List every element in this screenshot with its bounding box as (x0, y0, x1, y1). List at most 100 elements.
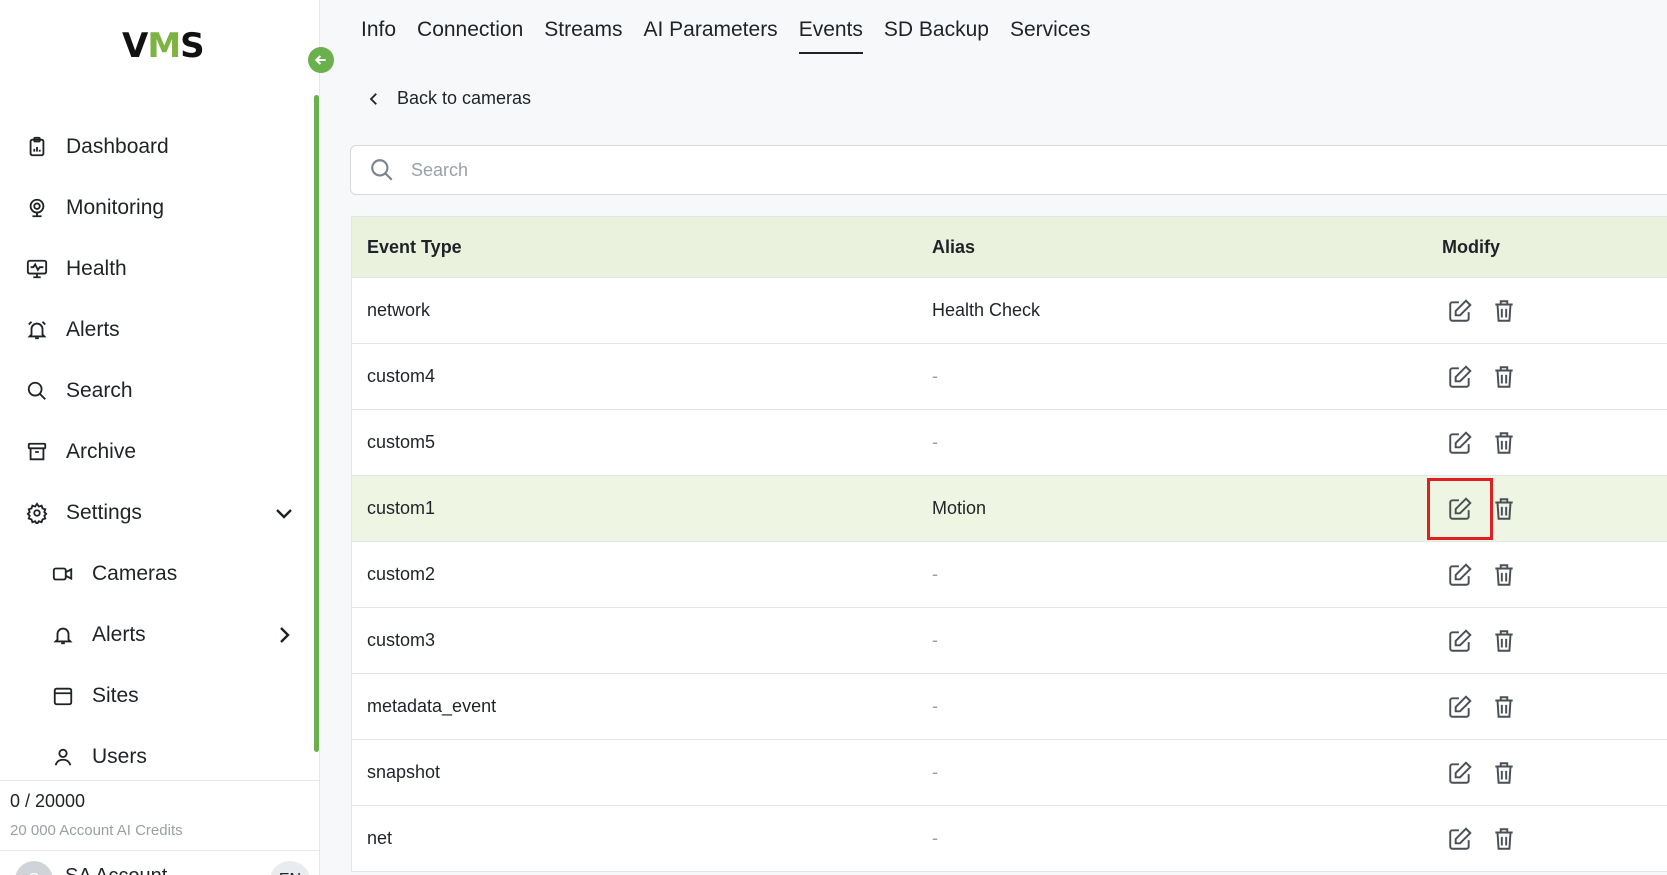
table-row: custom1 Motion (352, 475, 1667, 541)
language-badge[interactable]: EN (270, 861, 310, 875)
collapse-sidebar-button[interactable] (308, 47, 334, 73)
trash-icon (1491, 298, 1517, 324)
header-event-type[interactable]: Event Type (352, 237, 932, 258)
alarm-bell-icon (24, 317, 50, 343)
trash-icon (1491, 562, 1517, 588)
table-row: snapshot - (352, 739, 1667, 805)
edit-button[interactable] (1442, 821, 1478, 857)
table-row: custom2 - (352, 541, 1667, 607)
alias-cell: Health Check (932, 300, 1041, 320)
sidebar-item-alerts[interactable]: Alerts (24, 310, 296, 350)
sidebar: VMS Dashboard Monitoring Health Alerts S… (0, 0, 320, 875)
delete-button[interactable] (1486, 755, 1522, 791)
avatar[interactable]: S (15, 861, 53, 875)
edit-button[interactable] (1442, 425, 1478, 461)
sidebar-item-users[interactable]: Users (50, 737, 296, 777)
sidebar-item-label: Dashboard (66, 135, 169, 158)
delete-button[interactable] (1486, 293, 1522, 329)
arrow-left-icon (314, 55, 326, 65)
delete-button[interactable] (1486, 491, 1522, 527)
back-label: Back to cameras (397, 88, 532, 108)
sidebar-item-archive[interactable]: Archive (24, 432, 296, 472)
alias-cell: - (932, 696, 938, 716)
header-alias[interactable]: Alias (932, 237, 1442, 258)
tab-events[interactable]: Events (798, 18, 863, 54)
sidebar-item-label: Sites (92, 684, 139, 707)
sidebar-scrollbar[interactable] (314, 95, 319, 752)
tab-streams[interactable]: Streams (544, 18, 622, 54)
delete-button[interactable] (1486, 359, 1522, 395)
clipboard-chart-icon (24, 134, 50, 160)
search-icon (371, 159, 393, 181)
edit-button[interactable] (1442, 623, 1478, 659)
calendar-window-icon (50, 683, 76, 709)
event-type-cell: net (367, 828, 393, 848)
sidebar-nav: Dashboard Monitoring Health Alerts Searc… (0, 95, 312, 780)
credits-label: 20 000 Account AI Credits (10, 822, 183, 839)
search-input[interactable] (411, 159, 1611, 181)
sidebar-item-label: Users (92, 745, 147, 768)
modify-cell (1442, 689, 1530, 725)
table-header: Event Type Alias Modify (352, 217, 1667, 277)
tab-ai-parameters[interactable]: AI Parameters (643, 18, 777, 54)
app-logo[interactable]: VMS (122, 26, 205, 66)
event-type-cell: metadata_event (367, 696, 497, 716)
sidebar-item-sites[interactable]: Sites (50, 676, 296, 716)
webcam-icon (24, 195, 50, 221)
edit-button[interactable] (1442, 755, 1478, 791)
account-bar[interactable]: S SA Account EN (0, 850, 319, 875)
sidebar-item-monitoring[interactable]: Monitoring (24, 188, 296, 228)
modify-cell (1442, 293, 1530, 329)
delete-button[interactable] (1486, 689, 1522, 725)
table-row: custom5 - (352, 409, 1667, 475)
delete-button[interactable] (1486, 623, 1522, 659)
edit-icon (1447, 298, 1473, 324)
archive-box-icon (24, 439, 50, 465)
sidebar-item-dashboard[interactable]: Dashboard (24, 127, 296, 167)
tab-connection[interactable]: Connection (417, 18, 523, 54)
chevron-left-icon (369, 92, 377, 105)
table-row: network Health Check (352, 277, 1667, 343)
delete-button[interactable] (1486, 557, 1522, 593)
sidebar-item-cameras[interactable]: Cameras (50, 554, 296, 594)
sidebar-item-search[interactable]: Search (24, 371, 296, 411)
modify-cell (1442, 623, 1530, 659)
edit-icon (1447, 760, 1473, 786)
modify-cell (1442, 821, 1530, 857)
edit-button[interactable] (1442, 689, 1478, 725)
trash-icon (1491, 628, 1517, 654)
sidebar-item-alerts-settings[interactable]: Alerts (50, 615, 296, 655)
tab-services[interactable]: Services (1010, 18, 1091, 54)
edit-button[interactable] (1442, 293, 1478, 329)
table-row: custom4 - (352, 343, 1667, 409)
monitor-pulse-icon (24, 256, 50, 282)
table-row: custom3 - (352, 607, 1667, 673)
delete-button[interactable] (1486, 821, 1522, 857)
search-box[interactable] (350, 145, 1667, 195)
delete-button[interactable] (1486, 425, 1522, 461)
trash-icon (1491, 694, 1517, 720)
event-type-cell: custom4 (367, 366, 436, 386)
event-type-cell: custom5 (367, 432, 436, 452)
chevron-right-icon[interactable] (272, 623, 296, 647)
event-type-cell: custom1 (367, 498, 436, 518)
edit-button[interactable] (1442, 359, 1478, 395)
account-name: SA Account (65, 865, 167, 875)
back-to-cameras-link[interactable]: Back to cameras (365, 88, 531, 109)
edit-button[interactable] (1427, 477, 1493, 540)
trash-icon (1491, 760, 1517, 786)
modify-cell (1442, 557, 1530, 593)
search-icon (24, 378, 50, 404)
sidebar-item-label: Settings (66, 501, 142, 524)
sidebar-item-health[interactable]: Health (24, 249, 296, 289)
event-type-cell: network (367, 300, 431, 320)
event-type-cell: custom3 (367, 630, 436, 650)
chevron-down-icon[interactable] (272, 501, 296, 525)
tab-info[interactable]: Info (361, 18, 396, 54)
table-row: metadata_event - (352, 673, 1667, 739)
edit-button[interactable] (1442, 557, 1478, 593)
sidebar-item-label: Monitoring (66, 196, 165, 219)
sidebar-item-settings[interactable]: Settings (24, 493, 296, 533)
edit-icon (1447, 694, 1473, 720)
tab-sd-backup[interactable]: SD Backup (884, 18, 989, 54)
